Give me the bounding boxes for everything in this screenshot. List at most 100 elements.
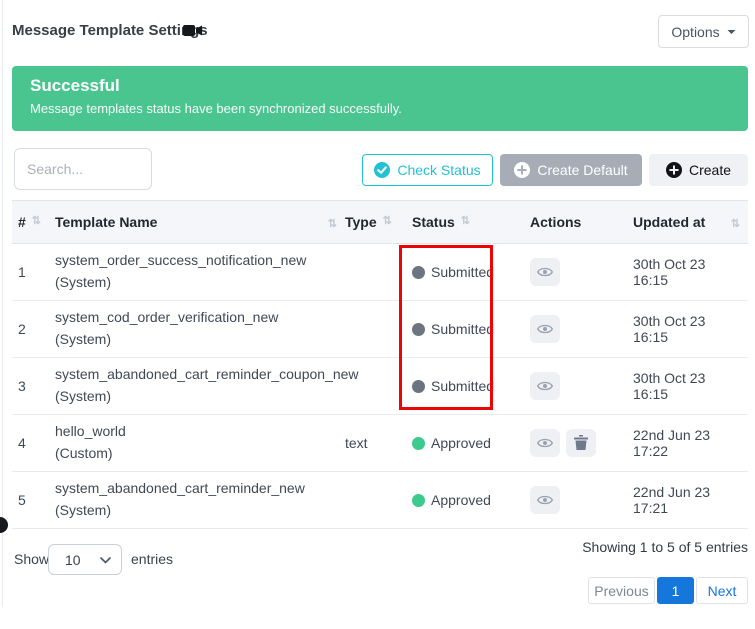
status-cell: Submitted	[407, 244, 530, 301]
status-dot	[412, 437, 425, 450]
table-header-row: #⇅ ⇅Template Name Type⇅ Status⇅ Actions …	[12, 201, 748, 244]
template-name-cell: system_cod_order_verification_new(System…	[55, 301, 345, 358]
status-label: Submitted	[431, 321, 494, 337]
status-dot	[412, 323, 425, 336]
next-page-button[interactable]: Next	[696, 577, 748, 604]
caret-down-icon	[727, 29, 736, 35]
delete-button[interactable]	[566, 429, 596, 457]
eye-icon	[537, 265, 553, 279]
sort-icon[interactable]: ⇅	[731, 217, 740, 230]
templates-table: #⇅ ⇅Template Name Type⇅ Status⇅ Actions …	[12, 200, 748, 529]
template-origin: (System)	[55, 329, 337, 351]
template-name: system_abandoned_cart_reminder_new	[55, 478, 337, 500]
updated-at-cell: 22nd Jun 23 17:22	[633, 415, 748, 472]
view-button[interactable]	[530, 315, 560, 343]
actions-cell	[530, 415, 633, 472]
table-row: 3 system_abandoned_cart_reminder_coupon_…	[12, 358, 748, 415]
sort-icon[interactable]: ⇅	[32, 215, 41, 227]
template-origin: (System)	[55, 500, 337, 522]
table-row: 5 system_abandoned_cart_reminder_new(Sys…	[12, 472, 748, 529]
actions-cell	[530, 301, 633, 358]
status-cell: Submitted	[407, 358, 530, 415]
entries-summary: Showing 1 to 5 of 5 entries	[582, 539, 748, 555]
view-button[interactable]	[530, 429, 560, 457]
row-index: 5	[12, 472, 55, 529]
view-button[interactable]	[530, 372, 560, 400]
check-status-button[interactable]: Check Status	[362, 154, 493, 186]
view-button[interactable]	[530, 258, 560, 286]
actions-cell	[530, 244, 633, 301]
sort-icon[interactable]: ⇅	[328, 217, 337, 230]
updated-at-cell: 30th Oct 23 16:15	[633, 301, 748, 358]
status-dot	[412, 380, 425, 393]
template-origin: (Custom)	[55, 443, 337, 465]
status-cell: Approved	[407, 472, 530, 529]
status-label: Approved	[431, 435, 491, 451]
create-button[interactable]: Create	[649, 154, 748, 186]
template-name-cell: system_abandoned_cart_reminder_new(Syste…	[55, 472, 345, 529]
page-left-border	[2, 0, 3, 607]
create-default-button[interactable]: Create Default	[500, 154, 642, 186]
updated-at-cell: 22nd Jun 23 17:21	[633, 472, 748, 529]
template-origin: (System)	[55, 386, 337, 408]
status-label: Approved	[431, 492, 491, 508]
page-size-select[interactable]: 10	[48, 544, 122, 575]
create-label: Create	[689, 162, 731, 178]
eye-icon	[537, 436, 553, 450]
actions-cell	[530, 358, 633, 415]
edge-widget-handle[interactable]	[0, 517, 8, 533]
row-index: 4	[12, 415, 55, 472]
eye-icon	[537, 322, 553, 336]
status-dot	[412, 266, 425, 279]
column-header-index[interactable]: #⇅	[12, 201, 55, 244]
pagination: Previous 1 Next	[588, 577, 748, 604]
check-status-label: Check Status	[397, 162, 480, 178]
options-button-label: Options	[671, 24, 719, 40]
video-camera-icon	[183, 24, 202, 42]
type-cell	[345, 244, 407, 301]
eye-icon	[537, 493, 553, 507]
create-default-label: Create Default	[537, 162, 627, 178]
table-row: 2 system_cod_order_verification_new(Syst…	[12, 301, 748, 358]
page-1-button[interactable]: 1	[657, 577, 694, 604]
row-index: 2	[12, 301, 55, 358]
row-index: 1	[12, 244, 55, 301]
template-name: system_cod_order_verification_new	[55, 307, 337, 329]
template-name-cell: hello_world(Custom)	[55, 415, 345, 472]
previous-page-button[interactable]: Previous	[588, 577, 655, 604]
sort-icon[interactable]: ⇅	[383, 215, 392, 227]
column-header-type[interactable]: Type⇅	[345, 201, 407, 244]
table-row: 1 system_order_success_notification_new(…	[12, 244, 748, 301]
search-input[interactable]	[14, 148, 152, 190]
status-cell: Approved	[407, 415, 530, 472]
updated-at-cell: 30th Oct 23 16:15	[633, 358, 748, 415]
template-name: system_order_success_notification_new	[55, 250, 337, 272]
status-dot	[412, 494, 425, 507]
show-entries-label: Show	[14, 551, 49, 567]
column-header-template-name[interactable]: ⇅Template Name	[55, 201, 345, 244]
trash-icon	[574, 435, 588, 450]
template-origin: (System)	[55, 272, 337, 294]
message-template-settings-page: Message Template Settings Options Succes…	[0, 0, 755, 629]
table-row: 4 hello_world(Custom) text Approved 22nd…	[12, 415, 748, 472]
options-button[interactable]: Options	[658, 15, 749, 48]
column-header-updated-at[interactable]: ⇅Updated at	[633, 201, 748, 244]
row-index: 3	[12, 358, 55, 415]
type-cell	[345, 301, 407, 358]
column-header-status[interactable]: Status⇅	[407, 201, 530, 244]
alert-title: Successful	[30, 76, 730, 96]
chevron-down-icon	[100, 557, 111, 564]
template-name-cell: system_order_success_notification_new(Sy…	[55, 244, 345, 301]
eye-icon	[537, 379, 553, 393]
status-label: Submitted	[431, 264, 494, 280]
view-button[interactable]	[530, 486, 560, 514]
template-name: hello_world	[55, 421, 337, 443]
type-cell	[345, 472, 407, 529]
plus-circle-icon	[666, 162, 682, 178]
success-alert: Successful Message templates status have…	[12, 66, 748, 131]
alert-message: Message templates status have been synch…	[30, 101, 730, 116]
actions-cell	[530, 472, 633, 529]
type-cell: text	[345, 415, 407, 472]
template-name-cell: system_abandoned_cart_reminder_coupon_ne…	[55, 358, 345, 415]
sort-icon[interactable]: ⇅	[461, 215, 470, 227]
